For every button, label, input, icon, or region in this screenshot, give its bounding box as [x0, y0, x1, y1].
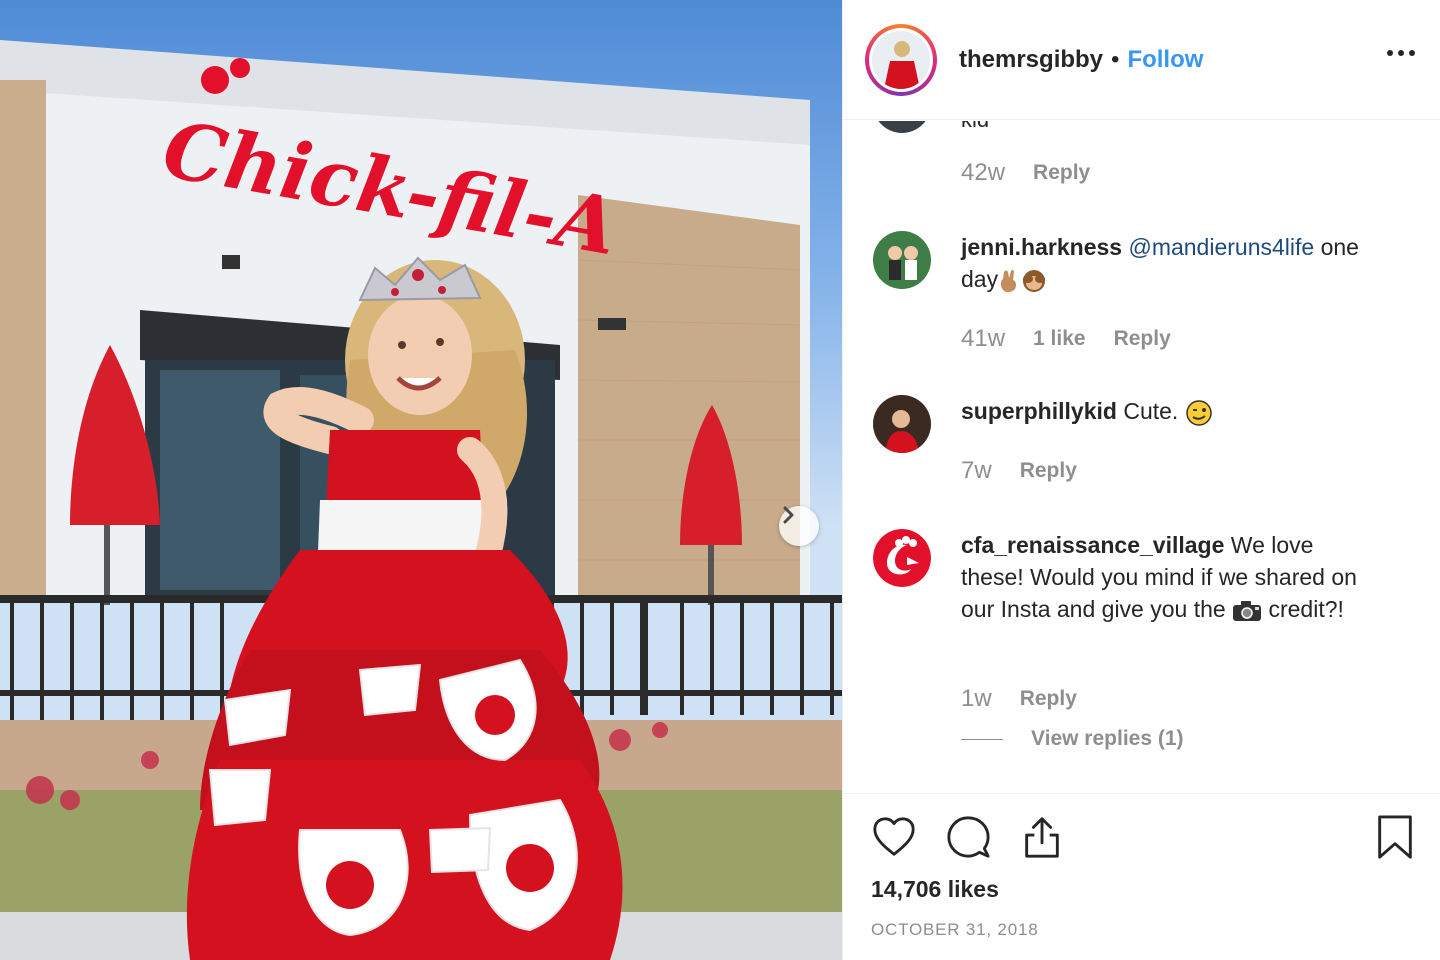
more-dot-icon: [1398, 50, 1404, 56]
heart-icon[interactable]: [871, 814, 917, 860]
commenter-avatar[interactable]: [873, 529, 931, 587]
replies-divider-line: [961, 738, 1003, 740]
post-header: themrsgibby • Follow: [843, 0, 1440, 120]
more-dot-icon: [1387, 50, 1393, 56]
chick-fil-a-logo-icon: [873, 529, 931, 587]
author-avatar[interactable]: [865, 23, 937, 96]
comment-text: one: [1320, 234, 1359, 260]
comment-item: superphillykid Cute.: [873, 395, 1413, 453]
comment-text: credit?!: [1268, 596, 1344, 622]
reply-button[interactable]: Reply: [1020, 687, 1077, 711]
commenter-avatar[interactable]: [873, 231, 931, 289]
post-actions: 14,706 likes OCTOBER 31, 2018: [843, 793, 1440, 960]
comment-item: jenni.harkness @mandieruns4life one day: [873, 231, 1413, 295]
comment-meta: 7w Reply: [961, 457, 1077, 485]
comment-text: day: [961, 266, 999, 292]
likes-count[interactable]: 14,706 likes: [871, 876, 999, 903]
next-photo-button[interactable]: [779, 506, 819, 546]
author-avatar-image: [872, 30, 930, 89]
camera-emoji-icon: [1233, 600, 1262, 621]
post-side-panel: themrsgibby • Follow kid 42w Reply: [842, 0, 1440, 960]
comment-meta: 41w 1 like Reply: [961, 325, 1171, 353]
see-no-evil-monkey-emoji-icon: [1023, 269, 1046, 292]
winking-face-emoji-icon: [1185, 400, 1212, 426]
crossed-fingers-emoji-icon: [1000, 269, 1017, 292]
share-icon[interactable]: [1019, 814, 1065, 860]
comment-username[interactable]: cfa_renaissance_village: [961, 532, 1224, 558]
more-dot-icon: [1409, 50, 1415, 56]
follow-button[interactable]: Follow: [1127, 46, 1203, 74]
commenter-avatar[interactable]: [873, 395, 931, 453]
comment-likes[interactable]: 1 like: [1033, 327, 1086, 351]
comment-meta: 1w Reply: [961, 685, 1077, 713]
header-separator: •: [1111, 45, 1120, 73]
comment-icon[interactable]: [945, 814, 991, 860]
comments-list[interactable]: kid 42w Reply jenni.harkness @mandieruns…: [843, 121, 1440, 793]
comment-meta: 42w Reply: [961, 159, 1090, 187]
post-date[interactable]: OCTOBER 31, 2018: [871, 920, 1038, 940]
comment-item: cfa_renaissance_village We love these! W…: [873, 529, 1413, 625]
view-replies-button[interactable]: View replies (1): [961, 727, 1184, 751]
author-username[interactable]: themrsgibby: [959, 46, 1103, 74]
comment-username[interactable]: jenni.harkness: [961, 234, 1122, 260]
reply-button[interactable]: Reply: [1033, 161, 1090, 185]
comment-time[interactable]: 42w: [961, 159, 1005, 187]
comment-text: Cute.: [1123, 398, 1179, 424]
photo-illustration: Chick-fil-A: [0, 40, 842, 960]
comment-mention[interactable]: @mandieruns4life: [1128, 234, 1314, 260]
comment-text-fragment: kid: [961, 121, 989, 133]
comment-time[interactable]: 7w: [961, 457, 992, 485]
chevron-right-icon: [783, 506, 794, 524]
more-options-button[interactable]: [1387, 44, 1415, 62]
comment-username[interactable]: superphillykid: [961, 398, 1117, 424]
reply-button[interactable]: Reply: [1020, 459, 1077, 483]
bookmark-icon[interactable]: [1375, 814, 1415, 860]
post-photo: Chick-fil-A: [0, 0, 842, 960]
reply-button[interactable]: Reply: [1114, 327, 1171, 351]
view-replies-label: View replies (1): [1031, 727, 1184, 750]
comment-time[interactable]: 1w: [961, 685, 992, 713]
comment-time[interactable]: 41w: [961, 325, 1005, 353]
commenter-avatar[interactable]: [873, 121, 931, 133]
